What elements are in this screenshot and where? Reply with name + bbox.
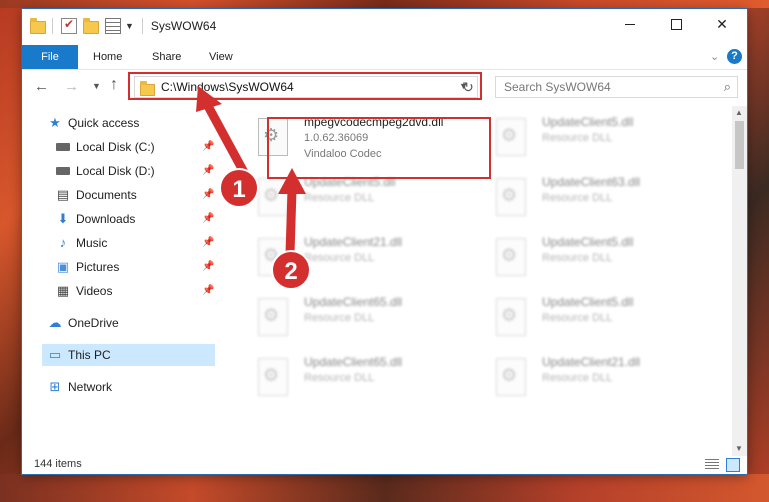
callout-arrows	[196, 86, 306, 259]
arrow-1-shaft	[203, 101, 251, 181]
callout-badge-2: 2	[271, 250, 311, 290]
callout-badge-1: 1	[219, 168, 259, 208]
arrow-2-head	[278, 168, 306, 194]
arrow-2-shaft	[285, 185, 297, 259]
